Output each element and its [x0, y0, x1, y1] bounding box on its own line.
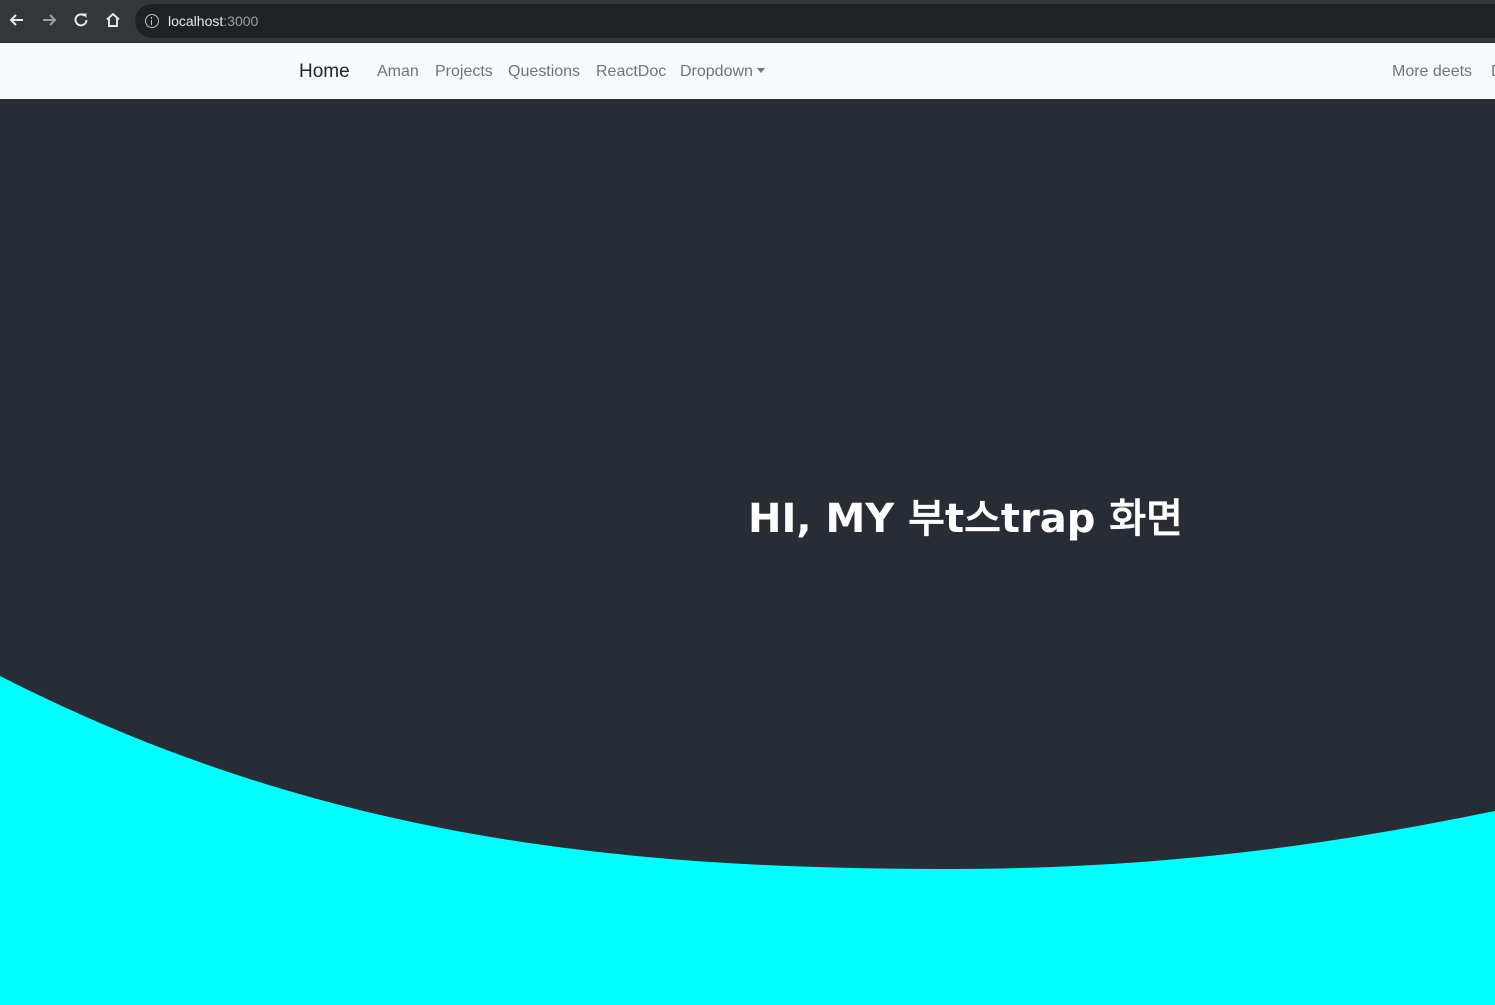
address-bar[interactable]: localhost:3000 — [135, 4, 1495, 38]
caret-down-icon — [756, 68, 765, 73]
back-arrow-icon — [9, 14, 23, 26]
info-icon[interactable] — [145, 14, 159, 28]
navbar-brand-home[interactable]: Home — [299, 61, 350, 83]
hero-section: HI, MY 부t스trap 화면 — [0, 99, 1495, 1005]
home-icon — [106, 12, 120, 27]
back-button[interactable] — [6, 9, 28, 31]
nav-link-questions[interactable]: Questions — [508, 63, 580, 81]
dropdown-label: Dropdown — [680, 63, 753, 80]
navbar: Home Aman Projects Questions ReactDoc Dr… — [0, 43, 1495, 99]
nav-link-aman[interactable]: Aman — [377, 63, 419, 81]
nav-link-reactdoc[interactable]: ReactDoc — [596, 63, 666, 81]
wave-shape — [0, 676, 1495, 1005]
url-port: :3000 — [223, 13, 259, 29]
forward-arrow-icon — [43, 14, 57, 26]
hero-title: HI, MY 부t스trap 화면 — [748, 495, 1183, 542]
url-host: localhost — [168, 13, 224, 29]
nav-link-more-deets[interactable]: More deets — [1392, 63, 1472, 81]
reload-icon — [74, 13, 88, 27]
browser-toolbar: localhost:3000 — [0, 0, 1495, 43]
nav-link-projects[interactable]: Projects — [435, 63, 493, 81]
home-button[interactable] — [102, 9, 124, 31]
nav-dropdown-toggle[interactable]: Dropdown — [680, 63, 765, 81]
reload-button[interactable] — [70, 9, 92, 31]
forward-button[interactable] — [38, 9, 60, 31]
nav-link-cut-off[interactable]: D — [1491, 63, 1495, 81]
